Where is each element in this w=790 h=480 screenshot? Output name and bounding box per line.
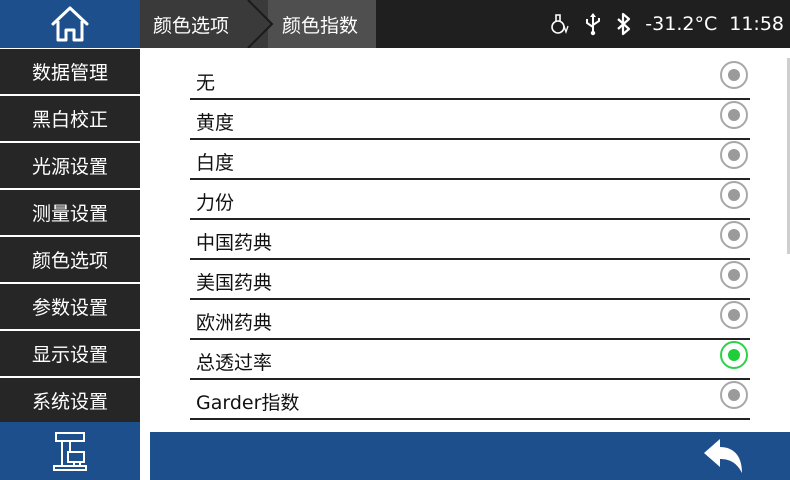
- lamp-icon: [549, 12, 571, 36]
- sidebar-item-light-source-settings[interactable]: 光源设置: [0, 143, 140, 188]
- top-bar: 颜色选项 颜色指数 -31.2°C 11:58: [0, 0, 790, 48]
- radio-button[interactable]: [720, 301, 748, 329]
- instrument-icon: [53, 432, 87, 471]
- sidebar-item-label: 黑白校正: [31, 109, 108, 131]
- sidebar-item-measurement-settings[interactable]: 测量设置: [0, 190, 140, 235]
- option-label: 力份: [196, 192, 235, 214]
- radio-dot: [728, 109, 740, 121]
- option-row-yellowness[interactable]: 黄度: [190, 100, 750, 140]
- radio-button[interactable]: [720, 61, 748, 89]
- sidebar-item-label: 颜色选项: [31, 250, 108, 272]
- radio-dot: [728, 189, 740, 201]
- radio-button[interactable]: [720, 221, 748, 249]
- sidebar-item-data-management[interactable]: 数据管理: [0, 49, 140, 94]
- radio-button[interactable]: [720, 381, 748, 409]
- radio-button[interactable]: [720, 261, 748, 289]
- radio-dot: [728, 389, 740, 401]
- sidebar-item-parameter-settings[interactable]: 参数设置: [0, 284, 140, 329]
- radio-button[interactable]: [720, 141, 748, 169]
- sidebar-item-label: 参数设置: [31, 297, 108, 319]
- home-icon: [51, 6, 89, 42]
- option-label: 黄度: [196, 112, 235, 134]
- option-label: 总透过率: [196, 352, 273, 374]
- sidebar-item-label: 数据管理: [31, 62, 108, 84]
- sidebar: 数据管理 黑白校正 光源设置 测量设置 颜色选项 参数设置 显示设置 系统设置: [0, 48, 140, 423]
- breadcrumb-separator-icon: [244, 0, 274, 48]
- option-label: 无: [196, 72, 216, 94]
- radio-dot: [728, 149, 740, 161]
- back-button[interactable]: [698, 436, 750, 476]
- option-row-none[interactable]: 无: [190, 60, 750, 100]
- option-row-strength[interactable]: 力份: [190, 180, 750, 220]
- clock: 11:58: [729, 13, 784, 35]
- option-label: 中国药典: [196, 232, 273, 254]
- option-label: 白度: [196, 152, 235, 174]
- breadcrumb-label: 颜色指数: [282, 14, 359, 37]
- temperature-readout: -31.2°C: [645, 13, 718, 35]
- breadcrumb-item-color-index: 颜色指数: [268, 0, 376, 48]
- option-label: 美国药典: [196, 272, 273, 294]
- bottom-bar: [150, 432, 790, 480]
- option-label: Garder指数: [196, 392, 300, 414]
- usb-icon: [583, 12, 603, 36]
- radio-dot: [728, 309, 740, 321]
- sidebar-item-label: 测量设置: [31, 203, 108, 225]
- radio-button[interactable]: [720, 101, 748, 129]
- option-row-us-pharmacopoeia[interactable]: 美国药典: [190, 260, 750, 300]
- sidebar-item-display-settings[interactable]: 显示设置: [0, 331, 140, 376]
- radio-dot: [728, 69, 740, 81]
- radio-button[interactable]: [720, 341, 748, 369]
- status-area: -31.2°C 11:58: [543, 0, 790, 48]
- radio-button[interactable]: [720, 181, 748, 209]
- option-row-total-transmittance[interactable]: 总透过率: [190, 340, 750, 380]
- radio-dot: [728, 349, 740, 361]
- home-button[interactable]: [0, 0, 140, 48]
- option-row-gardner-index[interactable]: Garder指数: [190, 380, 750, 420]
- sidebar-item-color-options[interactable]: 颜色选项: [0, 237, 140, 282]
- color-index-list: 无 黄度 白度 力份 中国药典 美国药典 欧洲药典 总透过率 Garder指数: [150, 48, 790, 432]
- option-row-chinese-pharmacopoeia[interactable]: 中国药典: [190, 220, 750, 260]
- breadcrumb-label: 颜色选项: [153, 14, 230, 37]
- sidebar-item-system-settings[interactable]: 系统设置: [0, 378, 140, 423]
- radio-dot: [728, 269, 740, 281]
- sidebar-item-label: 系统设置: [31, 391, 108, 413]
- option-row-whiteness[interactable]: 白度: [190, 140, 750, 180]
- option-label: 欧洲药典: [196, 312, 273, 334]
- option-row-european-pharmacopoeia[interactable]: 欧洲药典: [190, 300, 750, 340]
- back-arrow-icon: [704, 439, 742, 473]
- sidebar-item-black-white-calibration[interactable]: 黑白校正: [0, 96, 140, 141]
- radio-dot: [728, 229, 740, 241]
- sidebar-item-label: 光源设置: [31, 156, 108, 178]
- instrument-button[interactable]: [0, 422, 140, 480]
- bluetooth-icon: [615, 12, 633, 36]
- sidebar-item-label: 显示设置: [31, 344, 108, 366]
